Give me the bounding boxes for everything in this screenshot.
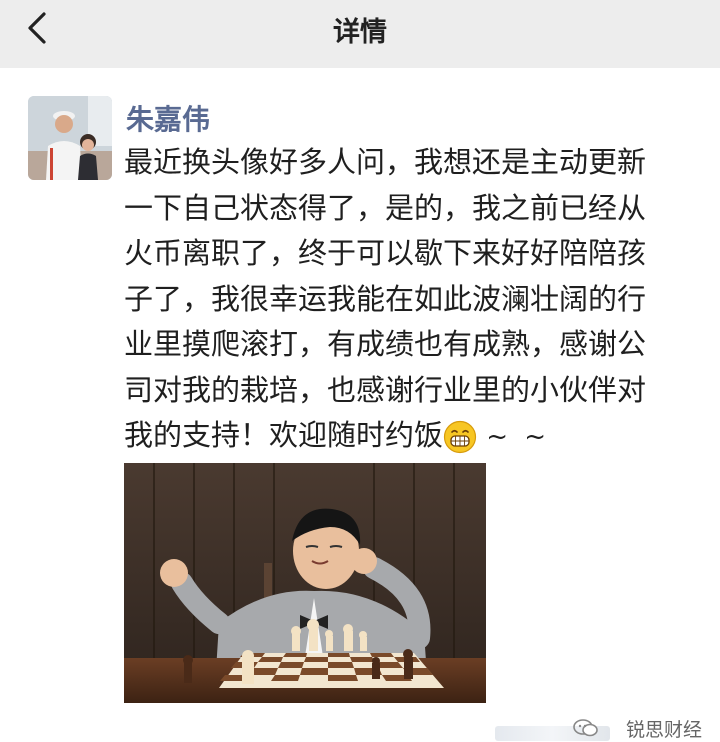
wechat-icon [573,719,598,737]
avatar-photo [28,96,112,180]
post-tail: ~ ~ [486,422,551,452]
author-avatar[interactable] [28,96,112,180]
watermark: 锐思财经 [520,715,720,741]
post-content: 最近换头像好多人问，我想还是主动更新 一下自己状态得了，是的，我之前已经从 火币… [124,140,694,461]
page-title: 详情 [333,17,387,48]
author-name[interactable]: 朱嘉伟 [126,98,210,138]
chess-boy-photo [124,463,486,703]
top-nav-bar: 详情 [0,0,720,68]
post-text: 最近换头像好多人问，我想还是主动更新 一下自己状态得了，是的，我之前已经从 火币… [124,145,647,452]
post-image[interactable] [124,463,486,703]
watermark-text: 锐思财经 [625,719,702,741]
grinning-face-icon [443,420,477,454]
